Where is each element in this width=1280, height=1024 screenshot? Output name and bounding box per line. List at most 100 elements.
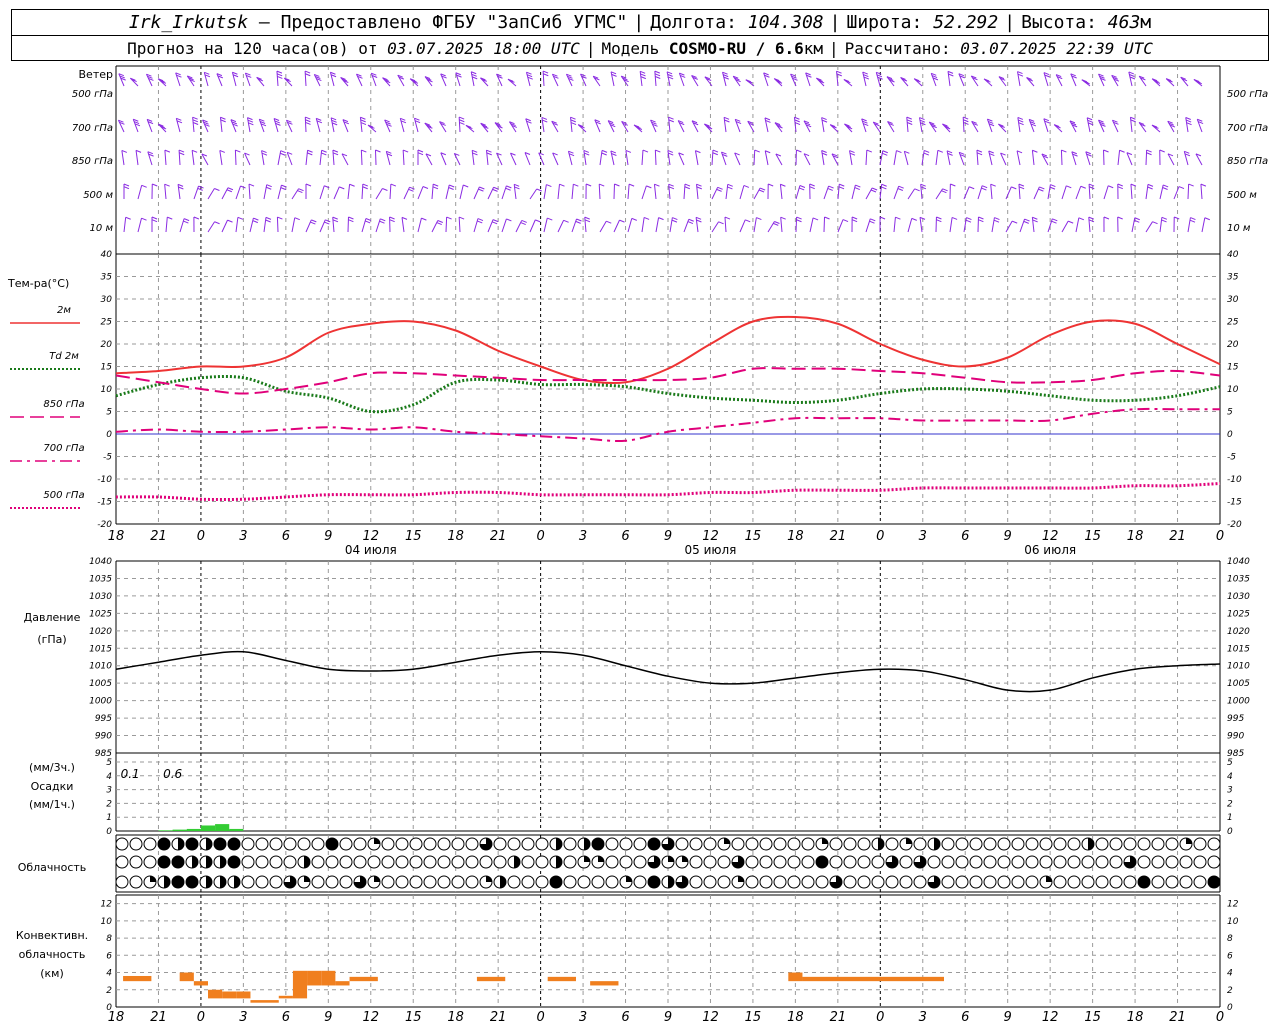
wind-barb-flag — [164, 183, 170, 187]
wind-barb-flag — [936, 216, 942, 220]
wind-barb-flag — [1052, 218, 1058, 222]
conv-cloud-bar — [307, 970, 322, 986]
cloud-symbol — [1151, 837, 1165, 851]
precip-ytick-right: 5 — [1227, 758, 1233, 768]
wind-barb-flag — [559, 183, 565, 187]
wind-barb-flag — [471, 149, 478, 153]
wind-barb — [375, 218, 381, 233]
conv-ytick-right: 0 — [1227, 1003, 1233, 1013]
conv-cloud-bar — [222, 991, 237, 999]
temp-ytick-left: 35 — [101, 273, 113, 283]
wind-barb — [1086, 117, 1091, 133]
wind-barb — [1130, 184, 1133, 200]
wind-barb — [273, 118, 279, 133]
wind-barb-flag — [297, 190, 303, 194]
wind-barb — [907, 218, 913, 233]
wind-barb — [1200, 184, 1203, 200]
pressure-ytick-left: 990 — [95, 732, 112, 742]
wind-barb — [1075, 186, 1082, 200]
cloud-symbol — [143, 837, 157, 851]
cloud-symbol — [577, 837, 591, 851]
wind-barb — [473, 218, 479, 233]
wind-barb-flag — [655, 149, 661, 153]
cloud-symbol — [1095, 875, 1109, 889]
wind-barb — [584, 217, 587, 233]
wind-barb-flag — [981, 185, 988, 189]
wind-barb-flag — [619, 219, 625, 223]
wind-barb — [525, 118, 531, 133]
temp-legend-label: Td 2м — [49, 351, 79, 362]
cloud-symbol — [1025, 855, 1039, 869]
wind-barb — [470, 71, 475, 87]
cloud-symbol — [1193, 875, 1207, 889]
wind-barb-flag — [1032, 216, 1038, 220]
cloud-symbol — [297, 837, 311, 851]
wind-barb-flag — [936, 219, 942, 223]
wind-barb — [277, 185, 282, 200]
cloud-symbol — [1123, 875, 1137, 889]
cloud-symbol — [591, 855, 605, 869]
time-tick-label: 9 — [324, 529, 332, 544]
wind-barb — [234, 150, 237, 166]
wind-barb-flag — [360, 116, 366, 120]
cloud-symbol — [479, 855, 493, 869]
wind-barb-flag — [584, 219, 591, 223]
wind-barb-flag — [842, 219, 849, 223]
time-tick-label-bottom: 21 — [1169, 1010, 1186, 1024]
cloud-symbol — [815, 855, 829, 869]
wind-barb-flag — [684, 183, 691, 187]
wind-barb-flag — [463, 184, 469, 188]
wind-barb-flag — [897, 188, 904, 191]
wind-barb-flag — [123, 183, 130, 187]
cloud-symbol — [1193, 855, 1207, 869]
cloud-symbol — [297, 875, 311, 889]
wind-barb-flag — [723, 116, 730, 120]
cloud-symbol — [255, 837, 269, 851]
wind-barb — [976, 150, 979, 166]
cloud-symbol — [731, 837, 745, 851]
temp-ylabel: Тем-ра(°С) — [7, 277, 69, 290]
wind-barb-flag — [601, 149, 608, 153]
wind-barb-flag — [192, 116, 198, 120]
cloud-symbol — [871, 837, 885, 851]
wind-barb-flag — [479, 186, 485, 190]
time-tick-label-bottom: 18 — [447, 1010, 464, 1024]
wind-barb — [723, 117, 727, 133]
time-tick-label-bottom: 12 — [702, 1010, 719, 1024]
wind-barb-flag — [1108, 185, 1114, 189]
wind-barb — [988, 150, 993, 166]
cloud-symbol — [1123, 837, 1137, 851]
wind-barb — [276, 217, 279, 233]
wind-barb — [319, 185, 325, 200]
wind-barb — [1088, 217, 1091, 233]
wind-barb-flag — [1032, 149, 1038, 153]
wind-barb — [753, 150, 756, 166]
wind-barb — [668, 184, 671, 200]
wind-barb-flag — [941, 190, 947, 194]
wind-barb-flag — [965, 219, 972, 223]
wind-barb — [893, 186, 900, 200]
cloud-symbol — [829, 875, 843, 889]
wind-barb-flag — [758, 189, 765, 193]
wind-level-label-right: 850 гПа — [1227, 156, 1268, 167]
cloud-symbol — [409, 855, 423, 869]
wind-barb — [235, 217, 239, 233]
conv-cloud-bar — [236, 991, 251, 999]
wind-barb-flag — [601, 152, 607, 156]
wind-barb-flag — [1117, 216, 1123, 220]
wind-barb-flag — [1147, 186, 1153, 190]
temp-legend-label: 850 гПа — [43, 399, 84, 410]
temp-legend-label: 2м — [57, 305, 71, 316]
cloud-symbol — [507, 855, 521, 869]
wind-barb-flag — [265, 216, 272, 220]
wind-barb — [203, 72, 209, 87]
cloud-symbol — [1109, 855, 1123, 869]
pressure-ytick-right: 1000 — [1227, 697, 1250, 707]
precip-bar — [200, 825, 216, 831]
wind-barb-flag — [339, 186, 345, 190]
wind-barb-flag — [536, 188, 542, 192]
wind-barb-flag — [477, 218, 484, 221]
wind-barb-flag — [449, 184, 455, 188]
wind-barb — [1075, 217, 1080, 233]
conv-cloud-bar — [193, 981, 208, 986]
